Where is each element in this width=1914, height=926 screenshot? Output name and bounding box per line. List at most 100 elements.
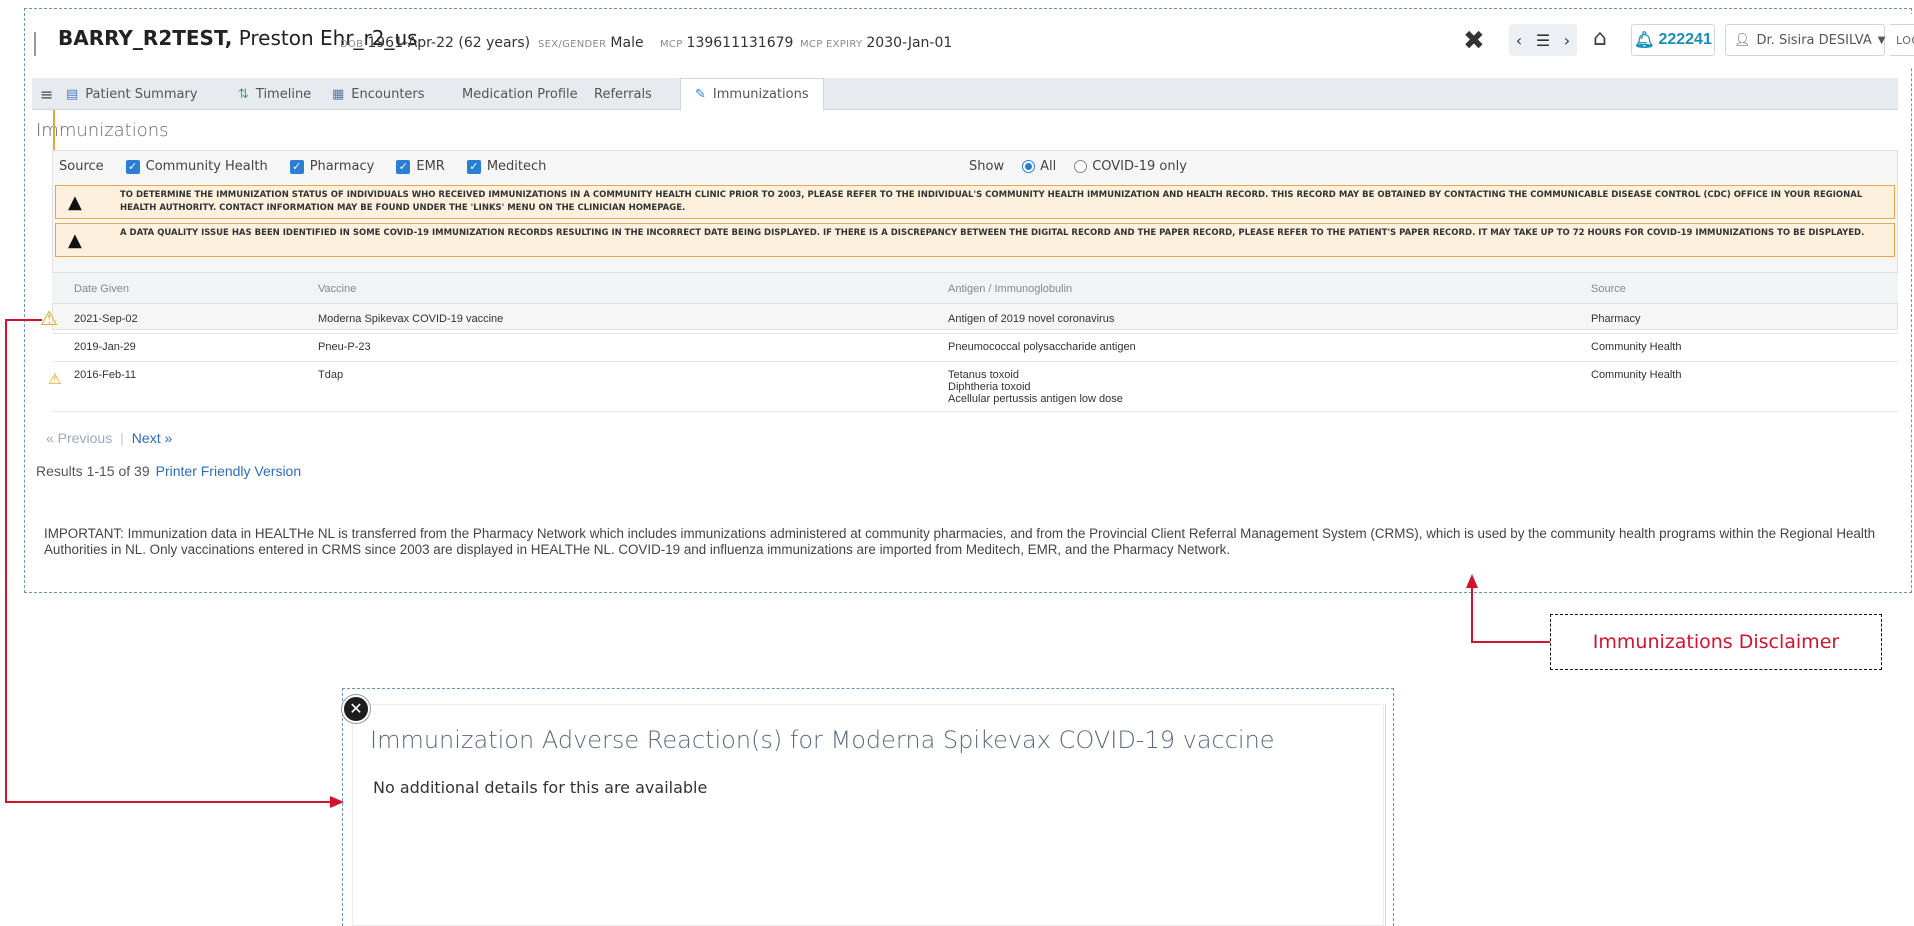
sex-label: SEX/GENDER [538,39,607,50]
tab-medication-profile[interactable]: Medication Profile [462,78,578,110]
chevron-left-icon[interactable]: ‹ [1516,31,1522,50]
cell-antigen: Pneumococcal polysaccharide antigen [948,341,1136,353]
source-label: Source [59,159,104,174]
radio-label: COVID-19 only [1092,159,1187,174]
patient-dob: DOB 1961-Apr-22 (62 years) [340,32,530,51]
home-icon[interactable]: ⌂ [1593,26,1607,51]
caret-down-icon: ▼ [1877,34,1886,46]
user-icon: 👤︎ [1734,32,1751,48]
checkbox-checked-icon: ✓ [396,159,411,174]
previous-page-link[interactable]: « Previous [46,430,112,446]
checkbox-checked-icon: ✓ [466,159,481,174]
patient-sex: SEX/GENDER Male [538,32,644,51]
cell-source: Community Health [1591,369,1682,381]
tab-label: Immunizations [712,87,809,102]
banner-divider [34,32,36,56]
table-row[interactable]: ⚠ 2016-Feb-11 Tdap Tetanus toxoid Diphth… [48,362,1898,412]
column-header-antigen[interactable]: Antigen / Immunoglobulin [948,283,1072,295]
mcp-expiry-value: 2030-Jan-01 [866,35,953,51]
radio-dot [1022,160,1036,173]
show-label: Show [969,159,1005,174]
checkbox-community-health[interactable]: ✓ Community Health [125,159,268,174]
radio-all[interactable]: All [1022,159,1056,174]
antigen-line: Acellular pertussis antigen low dose [948,393,1123,405]
summary-icon: ▤ [66,86,79,102]
cell-vaccine: Tdap [318,369,344,381]
cell-date: 2016-Feb-11 [74,369,137,381]
page-title: Immunizations [36,120,169,141]
checkbox-checked-icon: ✓ [125,159,140,174]
source-filter: Source ✓ Community Health ✓ Pharmacy ✓ EMR … [59,159,546,174]
syringe-icon: ✎ [695,87,706,102]
printer-friendly-link[interactable]: Printer Friendly Version [156,463,302,479]
next-page-link[interactable]: Next » [132,430,172,446]
mcp-value: 139611131679 [686,35,794,51]
adverse-reaction-warning-icon[interactable]: ⚠ [40,308,58,328]
antigen-line: Tetanus toxoid [948,369,1019,381]
checkbox-pharmacy[interactable]: ✓ Pharmacy [289,159,375,174]
close-patient-icon[interactable]: ✖ [1463,26,1485,56]
tab-referrals[interactable]: Referrals [594,78,652,110]
tab-label: Encounters [351,86,425,102]
tab-label: Patient Summary [85,86,198,102]
logout-button[interactable]: LOGO [1890,24,1914,56]
tab-timeline[interactable]: ⇅ Timeline [238,78,311,110]
patient-mcp-expiry: MCP EXPIRY 2030-Jan-01 [800,32,952,51]
alert-text: A data quality issue has been identified… [120,228,1865,238]
sex-value: Male [610,35,644,51]
modal-body-text: No additional details for this are avail… [373,778,708,797]
immunizations-disclaimer: IMPORTANT: Immunization data in HEALTHe … [44,526,1876,557]
immunizations-table: Date Given Vaccine Antigen / Immunoglobu… [40,272,1898,412]
alert-text: To determine the immunization status of … [120,190,1863,213]
mcp-expiry-label: MCP EXPIRY [800,39,863,50]
checkbox-meditech[interactable]: ✓ Meditech [466,159,546,174]
alert-data-quality: ▲ A data quality issue has been identifi… [55,223,1895,257]
cell-vaccine: Moderna Spikevax COVID-19 vaccine [318,313,504,325]
pager-separator: | [120,430,124,446]
cell-source: Community Health [1591,341,1682,353]
disclaimer-callout: Immunizations Disclaimer [1550,614,1882,670]
table-row[interactable]: 2019-Jan-29 Pneu-P-23 Pneumococcal polys… [52,334,1898,362]
patient-mcp: MCP 139611131679 [660,32,793,51]
antigen-line: Diphtheria toxoid [948,381,1031,393]
checkbox-checked-icon: ✓ [289,159,304,174]
notifications-button[interactable]: 🔔︎ 222241 [1631,24,1715,56]
cell-antigen: Antigen of 2019 novel coronavirus [948,313,1115,325]
checkbox-label: Community Health [145,159,268,174]
tab-label: Medication Profile [462,86,578,102]
encounters-icon: ▦ [332,86,345,102]
cell-vaccine: Pneu-P-23 [318,341,371,353]
tab-patient-summary[interactable]: ▤ Patient Summary [66,78,198,110]
patient-last-name: BARRY_R2TEST, [58,26,233,50]
radio-dot [1074,160,1088,173]
cell-date: 2021-Sep-02 [74,313,138,325]
table-row[interactable]: ⚠ 2021-Sep-02 Moderna Spikevax COVID-19 … [40,304,1898,334]
tab-label: Referrals [594,86,652,102]
column-header-date[interactable]: Date Given [74,283,129,295]
hamburger-menu-icon[interactable]: ≡ [40,85,53,104]
user-menu-button[interactable]: 👤︎ Dr. Sisira DESILVA ▼ [1725,24,1885,56]
modal-scrollbar-track[interactable] [1385,704,1386,926]
user-name: Dr. Sisira DESILVA [1756,32,1872,48]
chevron-right-icon[interactable]: › [1564,31,1570,50]
adverse-reaction-warning-icon[interactable]: ⚠ [48,369,61,389]
checkbox-emr[interactable]: ✓ EMR [396,159,445,174]
bell-icon: 🔔︎ [1634,32,1655,49]
column-header-source[interactable]: Source [1591,283,1626,295]
tab-encounters[interactable]: ▦ Encounters [332,78,425,110]
alert-cdc-notice: ▲ To determine the immunization status o… [55,185,1895,219]
close-icon[interactable]: ✕ [342,695,370,723]
results-summary: Results 1-15 of 39 Printer Friendly Versi… [36,463,301,479]
results-count: Results 1-15 of 39 [36,463,150,479]
tab-immunizations[interactable]: ✎ Immunizations [680,78,824,111]
column-header-vaccine[interactable]: Vaccine [318,283,356,295]
modal-title: Immunization Adverse Reaction(s) for Mod… [370,726,1275,754]
list-icon[interactable]: ☰ [1536,31,1550,50]
patient-list-nav[interactable]: ‹ ☰ › [1509,24,1577,56]
warning-icon: ▲ [68,230,82,251]
checkbox-label: Pharmacy [309,159,375,174]
pagination: « Previous | Next » [46,430,172,446]
radio-covid-only[interactable]: COVID-19 only [1074,159,1187,174]
radio-label: All [1040,159,1057,174]
tab-label: Timeline [255,86,312,102]
